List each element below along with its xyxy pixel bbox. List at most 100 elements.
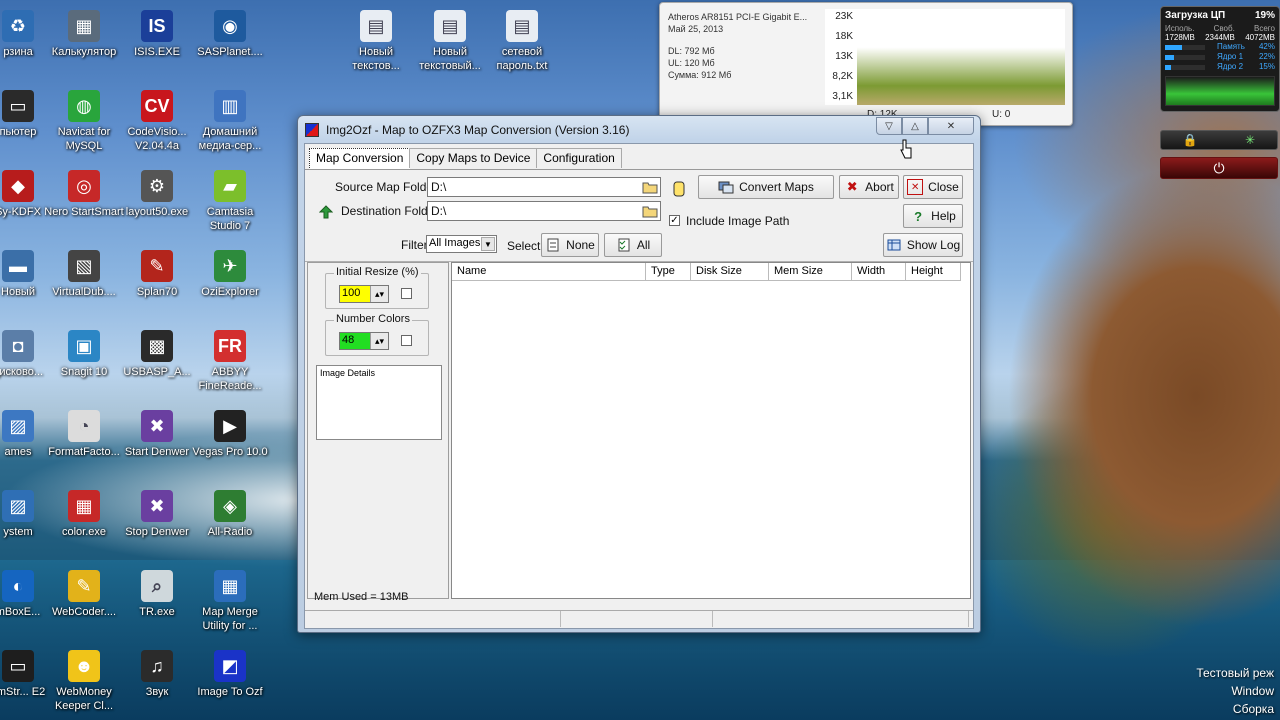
tab-configuration[interactable]: Configuration bbox=[536, 148, 622, 168]
desktop-icon[interactable]: CV CodeVisio... V2.04.4a bbox=[117, 90, 197, 153]
number-colors-input[interactable]: 48 ▴▾ bbox=[339, 332, 389, 350]
desktop-app-icon: ☻ bbox=[68, 650, 100, 682]
network-monitor-gadget[interactable]: Atheros AR8151 PCI-E Gigabit E... Май 25… bbox=[659, 2, 1073, 126]
column-header-disk-size[interactable]: Disk Size bbox=[691, 263, 769, 281]
network-info: Atheros AR8151 PCI-E Gigabit E... Май 25… bbox=[668, 11, 828, 81]
img2ozf-window[interactable]: Img2Ozf - Map to OZFX3 Map Conversion (V… bbox=[297, 115, 981, 633]
spin-arrows-icon[interactable]: ▴▾ bbox=[370, 333, 388, 349]
traffic-y-label: 13K bbox=[835, 51, 853, 62]
initial-resize-input[interactable]: 100 ▴▾ bbox=[339, 285, 389, 303]
destination-folder-input[interactable]: D:\ bbox=[427, 201, 661, 221]
desktop-icon-label: WebCoder.... bbox=[52, 606, 116, 618]
desktop-icon-label: Домашний медиа-сер... bbox=[198, 126, 262, 152]
desktop-icon[interactable]: ▰ Camtasia Studio 7 bbox=[190, 170, 270, 233]
column-header-type[interactable]: Type bbox=[646, 263, 691, 281]
desktop-icon[interactable]: ▦ Map Merge Utility for ... bbox=[190, 570, 270, 633]
image-details-title: Image Details bbox=[320, 368, 376, 378]
source-folder-input[interactable]: D:\ bbox=[427, 177, 661, 197]
desktop-icon[interactable]: ▤ Новый текстовый... bbox=[410, 10, 490, 73]
tab-copy-maps-to-device[interactable]: Copy Maps to Device bbox=[409, 148, 538, 168]
up-arrow-icon[interactable] bbox=[317, 204, 335, 220]
mem-value: 2344MB bbox=[1205, 33, 1235, 42]
column-header-height[interactable]: Height bbox=[906, 263, 961, 281]
cpu-meter-row: Ядро 2 15% bbox=[1161, 62, 1279, 72]
filter-label: Filter bbox=[401, 238, 428, 252]
map-file-list[interactable]: Name Type Disk Size Mem Size Width Heigh… bbox=[451, 262, 971, 599]
desktop-icon[interactable]: ◈ All-Radio bbox=[190, 490, 270, 539]
desktop-icon-label: Stop Denwer bbox=[125, 526, 189, 538]
help-button[interactable]: ? Help bbox=[903, 204, 963, 228]
log-grid-icon bbox=[886, 237, 902, 253]
options-panel: Initial Resize (%) 100 ▴▾ Number Colors … bbox=[307, 262, 449, 603]
desktop-icon[interactable]: ⌕ TR.exe bbox=[117, 570, 197, 619]
desktop-icon[interactable]: ♫ Звук bbox=[117, 650, 197, 699]
minimize-button[interactable]: ▽ bbox=[876, 117, 902, 135]
abort-button[interactable]: ✖ Abort bbox=[839, 175, 899, 199]
traffic-y-label: 23K bbox=[835, 11, 853, 22]
desktop-icon[interactable]: ▣ Snagit 10 bbox=[44, 330, 124, 379]
browse-destination-folder-icon[interactable] bbox=[641, 203, 659, 219]
desktop-icon[interactable]: ✎ WebCoder.... bbox=[44, 570, 124, 619]
desktop-icon[interactable]: ▥ Домашний медиа-сер... bbox=[190, 90, 270, 153]
cpu-meter-bar bbox=[1165, 45, 1205, 50]
desktop-app-icon: ◆ bbox=[2, 170, 34, 202]
tab-map-conversion[interactable]: Map Conversion bbox=[309, 148, 411, 170]
desktop-icon[interactable]: ▤ сетевой пароль.txt bbox=[482, 10, 562, 73]
gear-icon[interactable]: ✳ bbox=[1221, 131, 1279, 149]
desktop-icon[interactable]: ✎ Splan70 bbox=[117, 250, 197, 299]
cpu-meter-fill bbox=[1165, 45, 1182, 50]
status-pane bbox=[305, 611, 561, 627]
cpu-usage-gadget[interactable]: Загрузка ЦП 19% Исполь. Своб. Всего 1728… bbox=[1160, 6, 1280, 112]
desktop-icon[interactable]: ▶ Vegas Pro 10.0 bbox=[190, 410, 270, 459]
maximize-button[interactable]: △ bbox=[902, 117, 928, 135]
desktop-icon[interactable]: ◔ FormatFacto... bbox=[44, 410, 124, 459]
desktop-icon[interactable]: ☻ WebMoney Keeper Cl... bbox=[44, 650, 124, 713]
number-colors-checkbox[interactable] bbox=[401, 335, 412, 346]
watermark-line: Сборка bbox=[1232, 702, 1274, 716]
desktop-icon[interactable]: ▩ USBASP_A... bbox=[117, 330, 197, 379]
desktop-icon[interactable]: ⚙ layout50.exe bbox=[117, 170, 197, 219]
close-window-button[interactable]: ✕ bbox=[928, 117, 974, 135]
desktop-icon[interactable]: ◩ Image To Ozf bbox=[190, 650, 270, 699]
desktop-icon-label: ISIS.EXE bbox=[134, 46, 180, 58]
column-header-width[interactable]: Width bbox=[852, 263, 906, 281]
select-none-button[interactable]: None bbox=[541, 233, 599, 257]
title-bar[interactable]: Img2Ozf - Map to OZFX3 Map Conversion (V… bbox=[298, 116, 980, 144]
desktop-app-icon: ◘ bbox=[2, 330, 34, 362]
desktop-icon[interactable]: ▦ color.exe bbox=[44, 490, 124, 539]
desktop-icon[interactable]: ✈ OziExplorer bbox=[190, 250, 270, 299]
close-button[interactable]: ✕ Close bbox=[903, 175, 963, 199]
include-image-path-checkbox[interactable]: ✓ bbox=[669, 215, 680, 226]
desktop-icon[interactable]: ✖ Start Denwer bbox=[117, 410, 197, 459]
source-folder-label: Source Map Folder bbox=[335, 180, 438, 194]
desktop-icon[interactable]: IS ISIS.EXE bbox=[117, 10, 197, 59]
desktop-icon[interactable]: ▦ Калькулятор bbox=[44, 10, 124, 59]
desktop-app-icon: ◉ bbox=[214, 10, 246, 42]
desktop-icon[interactable]: ◉ SASPlanet.... bbox=[190, 10, 270, 59]
convert-maps-button[interactable]: Convert Maps bbox=[698, 175, 834, 199]
power-button[interactable]: ⏻ bbox=[1160, 157, 1278, 179]
desktop-app-icon: ▣ bbox=[68, 330, 100, 362]
spin-arrows-icon[interactable]: ▴▾ bbox=[370, 286, 388, 302]
desktop-icon[interactable]: FR ABBYY FineReade... bbox=[190, 330, 270, 393]
help-label: Help bbox=[931, 209, 956, 223]
select-label: Select bbox=[507, 239, 541, 253]
cpu-meter-value: 22% bbox=[1258, 52, 1275, 61]
initial-resize-checkbox[interactable] bbox=[401, 288, 412, 299]
select-all-button[interactable]: All bbox=[604, 233, 662, 257]
filter-select[interactable]: All Images ▼ bbox=[426, 235, 497, 253]
hand-pointer-icon[interactable] bbox=[671, 179, 687, 199]
column-header-name[interactable]: Name bbox=[452, 263, 646, 281]
desktop-icon[interactable]: ▧ VirtualDub.... bbox=[44, 250, 124, 299]
number-colors-title: Number Colors bbox=[334, 313, 412, 325]
adapter-name: Atheros AR8151 PCI-E Gigabit E... bbox=[668, 12, 808, 22]
column-header-mem-size[interactable]: Mem Size bbox=[769, 263, 852, 281]
desktop-icon[interactable]: ✖ Stop Denwer bbox=[117, 490, 197, 539]
desktop-icon[interactable]: ◎ Nero StartSmart bbox=[44, 170, 124, 219]
desktop-icon[interactable]: ◍ Navicat for MySQL bbox=[44, 90, 124, 153]
lock-icon[interactable]: 🔒 bbox=[1161, 131, 1219, 149]
desktop-app-icon: ▨ bbox=[2, 410, 34, 442]
browse-source-folder-icon[interactable] bbox=[641, 179, 659, 195]
show-log-button[interactable]: Show Log bbox=[883, 233, 963, 257]
desktop-icon[interactable]: ▤ Новый текстов... bbox=[336, 10, 416, 73]
